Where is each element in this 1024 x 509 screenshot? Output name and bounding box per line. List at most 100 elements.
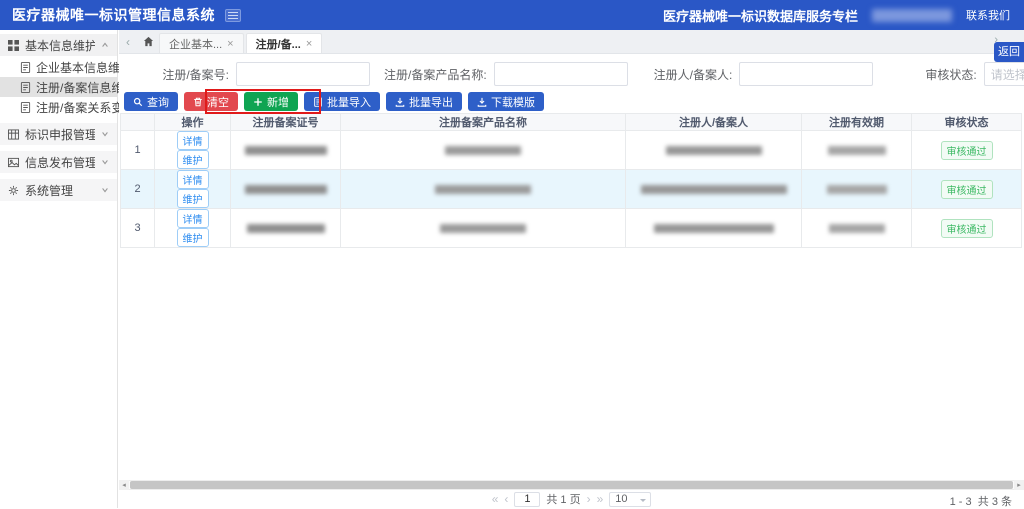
add-button[interactable]: 新增 bbox=[244, 92, 298, 111]
search-icon bbox=[133, 97, 143, 107]
tab-enterprise-basic[interactable]: 企业基本... × bbox=[159, 33, 244, 53]
reg-no-label: 注册/备案号: bbox=[157, 66, 229, 83]
batch-import-button[interactable]: 批量导入 bbox=[304, 92, 380, 111]
registrant-input[interactable] bbox=[739, 62, 873, 86]
col-op: 操作 bbox=[155, 114, 231, 131]
image-icon bbox=[8, 157, 19, 168]
col-index bbox=[121, 114, 155, 131]
file-import-icon bbox=[313, 97, 323, 107]
next-page-icon[interactable]: › bbox=[587, 493, 591, 505]
toolbar: 查询 清空 新增 批量导入 批量导出 下载模版 bbox=[124, 92, 544, 111]
page-input[interactable] bbox=[514, 492, 540, 507]
detail-button[interactable]: 详情 bbox=[177, 131, 209, 150]
tab-registration[interactable]: 注册/备... × bbox=[246, 33, 323, 53]
detail-button[interactable]: 详情 bbox=[177, 209, 209, 228]
sidebar-group-system[interactable]: 系统管理 bbox=[0, 179, 117, 201]
registrant-field: 注册人/备案人: bbox=[654, 62, 874, 86]
scroll-right-arrow-icon[interactable]: ▸ bbox=[1014, 480, 1024, 490]
download-icon bbox=[395, 97, 405, 107]
status-badge: 审核通过 bbox=[941, 180, 993, 199]
cert-no-redacted bbox=[247, 224, 325, 233]
page-size-select[interactable]: 10 bbox=[609, 492, 651, 507]
search-form: 注册/备案号: 注册/备案产品名称: 注册人/备案人: 审核状态: 请选择 bbox=[119, 60, 1024, 88]
col-validity: 注册有效期 bbox=[802, 114, 912, 131]
document-icon bbox=[20, 82, 31, 93]
col-cert-no: 注册备案证号 bbox=[231, 114, 341, 131]
audit-status-value: 请选择 bbox=[991, 66, 1024, 83]
product-name-field: 注册/备案产品名称: bbox=[384, 62, 628, 86]
chevron-down-icon bbox=[101, 186, 109, 194]
registrant-redacted bbox=[654, 224, 774, 233]
maintain-button[interactable]: 维护 bbox=[177, 150, 209, 169]
row-index: 3 bbox=[121, 209, 155, 248]
service-column-title: 医疗器械唯一标识数据库服务专栏 bbox=[663, 6, 858, 25]
product-name-input[interactable] bbox=[494, 62, 628, 86]
download-template-button[interactable]: 下载模版 bbox=[468, 92, 544, 111]
last-page-icon[interactable]: » bbox=[597, 493, 604, 505]
contact-link[interactable]: 联系我们 bbox=[966, 7, 1010, 23]
sidebar-item-registration-info[interactable]: 注册/备案信息维护 bbox=[0, 77, 117, 97]
results-table: 操作 注册备案证号 注册备案产品名称 注册人/备案人 注册有效期 审核状态 1 … bbox=[120, 113, 1022, 248]
table-row: 2 详情 维护 审核通过 bbox=[121, 170, 1022, 209]
grid-icon bbox=[8, 40, 19, 51]
sidebar-item-enterprise-info[interactable]: 企业基本信息维护 bbox=[0, 57, 117, 77]
scrollbar-thumb[interactable] bbox=[130, 481, 1013, 489]
clear-button[interactable]: 清空 bbox=[184, 92, 238, 111]
row-index: 2 bbox=[121, 170, 155, 209]
audit-status-select[interactable]: 请选择 bbox=[984, 62, 1024, 86]
table-row: 3 详情 维护 审核通过 bbox=[121, 209, 1022, 248]
return-button[interactable]: 返回 bbox=[994, 42, 1024, 62]
sidebar-item-registration-change[interactable]: 注册/备案关系变更 bbox=[0, 97, 117, 117]
gear-icon bbox=[8, 185, 19, 196]
audit-status-label: 审核状态: bbox=[925, 66, 976, 83]
horizontal-scrollbar: ◂ ▸ bbox=[119, 480, 1024, 490]
tabs-scroll-left-icon[interactable]: ‹ bbox=[119, 35, 137, 49]
sidebar-group-basic-info[interactable]: 基本信息维护 bbox=[0, 34, 117, 56]
reg-no-field: 注册/备案号: bbox=[157, 62, 370, 86]
sidebar-group-label: 标识申报管理 bbox=[25, 126, 95, 143]
chevron-down-icon bbox=[101, 130, 109, 138]
scroll-left-arrow-icon[interactable]: ◂ bbox=[119, 480, 129, 490]
batch-export-button[interactable]: 批量导出 bbox=[386, 92, 462, 111]
chevron-up-icon bbox=[101, 41, 109, 49]
document-icon bbox=[20, 62, 31, 73]
table-icon bbox=[8, 129, 19, 140]
sidebar-group-info-publish[interactable]: 信息发布管理 bbox=[0, 151, 117, 173]
cert-no-redacted bbox=[245, 146, 327, 155]
col-status: 审核状态 bbox=[912, 114, 1022, 131]
sidebar-item-label: 企业基本信息维护 bbox=[36, 59, 132, 76]
maintain-button[interactable]: 维护 bbox=[177, 189, 209, 208]
tab-bar: ‹ 企业基本... × 注册/备... × › bbox=[119, 30, 1024, 54]
tab-label: 注册/备... bbox=[256, 36, 301, 52]
detail-button[interactable]: 详情 bbox=[177, 170, 209, 189]
app-header: 医疗器械唯一标识管理信息系统 医疗器械唯一标识数据库服务专栏 联系我们 bbox=[0, 0, 1024, 30]
reg-no-input[interactable] bbox=[236, 62, 370, 86]
sidebar-group-label: 信息发布管理 bbox=[25, 154, 95, 171]
audit-status-field: 审核状态: 请选择 bbox=[925, 62, 1024, 86]
sidebar-group-label: 基本信息维护 bbox=[25, 37, 95, 54]
status-badge: 审核通过 bbox=[941, 141, 993, 160]
table-header-row: 操作 注册备案证号 注册备案产品名称 注册人/备案人 注册有效期 审核状态 bbox=[121, 114, 1022, 131]
app-title: 医疗器械唯一标识管理信息系统 bbox=[12, 5, 215, 25]
col-product-name: 注册备案产品名称 bbox=[341, 114, 626, 131]
cert-no-redacted bbox=[245, 185, 327, 194]
product-name-redacted bbox=[435, 185, 531, 194]
maintain-button[interactable]: 维护 bbox=[177, 228, 209, 247]
user-info-redacted bbox=[872, 9, 952, 22]
sidebar-group-identifier-declare[interactable]: 标识申报管理 bbox=[0, 123, 117, 145]
page-size-value: 10 bbox=[615, 493, 627, 505]
chevron-down-icon bbox=[101, 158, 109, 166]
close-icon[interactable]: × bbox=[306, 38, 312, 50]
registrant-label: 注册人/备案人: bbox=[654, 66, 733, 83]
close-icon[interactable]: × bbox=[227, 38, 233, 50]
query-button[interactable]: 查询 bbox=[124, 92, 178, 111]
home-icon[interactable] bbox=[137, 36, 159, 47]
sidebar-toggle-icon[interactable] bbox=[225, 9, 241, 22]
registrant-redacted bbox=[641, 185, 787, 194]
main-content: ‹ 企业基本... × 注册/备... × › 返回 注册/备案号: 注册/备案… bbox=[119, 30, 1024, 508]
first-page-icon[interactable]: « bbox=[492, 493, 499, 505]
validity-redacted bbox=[829, 224, 885, 233]
prev-page-icon[interactable]: ‹ bbox=[504, 493, 508, 505]
validity-redacted bbox=[828, 146, 886, 155]
plus-icon bbox=[253, 97, 263, 107]
